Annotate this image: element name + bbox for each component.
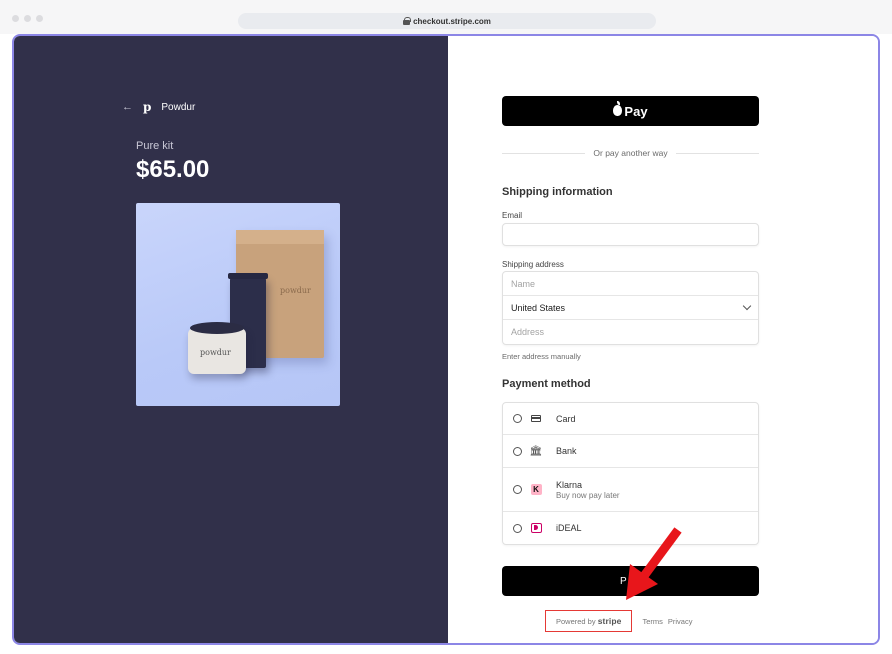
klarna-subtitle: Buy now pay later [556, 490, 620, 500]
product-image: powdur powdur [136, 203, 340, 406]
lock-icon [403, 17, 412, 25]
ideal-icon [530, 523, 542, 533]
divider-line-right [675, 152, 759, 154]
arrow-left-icon[interactable]: ← [122, 101, 133, 113]
name-field[interactable]: Name [503, 272, 758, 296]
radio-card[interactable] [513, 414, 522, 423]
country-value: United States [511, 302, 566, 313]
payment-label-bank: Bank [556, 446, 577, 456]
divider-line-left [502, 152, 586, 154]
url-text: checkout.stripe.com [413, 16, 491, 26]
payment-option-bank[interactable]: 🏛 Bank [503, 435, 758, 468]
browser-chrome: checkout.stripe.com [0, 0, 892, 34]
email-label: Email [502, 211, 523, 220]
radio-bank[interactable] [513, 446, 522, 456]
checkout-window: ← p Powdur Pure kit $65.00 powdur powdur… [12, 34, 880, 645]
shipping-address-label: Shipping address [502, 260, 564, 269]
radio-klarna[interactable] [513, 485, 522, 494]
name-placeholder: Name [511, 278, 536, 289]
window-maximize-dot[interactable] [36, 15, 43, 22]
product-jar: powdur [188, 322, 246, 374]
apple-logo-icon [613, 100, 623, 116]
address-placeholder: Address [511, 327, 545, 337]
shipping-address-group: Name United States Address [502, 271, 759, 345]
enter-address-manually-link[interactable]: Enter address manually [502, 352, 581, 361]
alt-payment-divider: Or pay another way [502, 148, 759, 158]
window-close-dot[interactable] [12, 15, 19, 22]
country-select[interactable]: United States [503, 296, 758, 320]
box-label: powdur [280, 286, 311, 295]
privacy-link[interactable]: Privacy [668, 617, 693, 626]
annotation-arrow-icon [626, 527, 682, 600]
apple-pay-label: Pay [624, 103, 648, 119]
merchant-name: Powdur [161, 101, 196, 113]
radio-ideal[interactable] [513, 523, 522, 533]
payment-label-ideal: iDEAL [556, 523, 582, 533]
product-name: Pure kit [136, 140, 174, 152]
jar-label: powdur [200, 348, 231, 357]
merchant-header[interactable]: ← p Powdur [122, 100, 195, 114]
email-field[interactable] [502, 223, 759, 246]
window-minimize-dot[interactable] [24, 15, 31, 22]
payment-option-card[interactable]: Card [503, 403, 758, 435]
powered-by-stripe-link[interactable]: Powered by stripe [545, 610, 633, 632]
address-field[interactable]: Address [503, 320, 758, 344]
checkout-footer: Powered by stripe Terms Privacy [545, 610, 697, 632]
shipping-title: Shipping information [502, 186, 613, 198]
card-icon [531, 415, 541, 422]
divider-text: Or pay another way [593, 148, 668, 158]
order-summary-panel: ← p Powdur Pure kit $65.00 powdur powdur [14, 36, 448, 643]
powered-by-text: Powered by [556, 617, 596, 626]
payment-option-klarna[interactable]: K Klarna Buy now pay later [503, 468, 758, 512]
apple-pay-button[interactable]: Pay [502, 96, 759, 126]
chevron-down-icon [742, 301, 752, 311]
terms-link[interactable]: Terms [642, 617, 662, 626]
payment-method-title: Payment method [502, 378, 591, 390]
merchant-logo-icon: p [143, 100, 152, 114]
payment-label-card: Card [556, 413, 576, 424]
product-price: $65.00 [136, 156, 210, 183]
payment-label-klarna: Klarna [556, 479, 583, 490]
payment-option-klarna-text: Klarna Buy now pay later [556, 480, 620, 500]
klarna-icon: K [530, 484, 542, 495]
address-bar[interactable]: checkout.stripe.com [238, 13, 656, 29]
bank-icon: 🏛 [529, 445, 543, 457]
stripe-logo-text: stripe [597, 616, 622, 626]
